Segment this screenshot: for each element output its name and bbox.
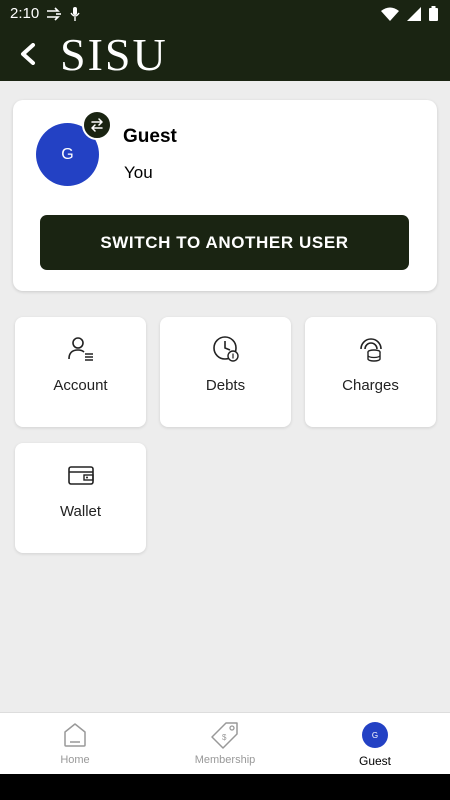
tile-debts[interactable]: Debts [160, 317, 291, 427]
nav-label: Guest [358, 754, 391, 768]
tile-label: Wallet [59, 503, 102, 520]
nav-item-membership[interactable]: $ Membership [150, 713, 300, 775]
wifi-icon [381, 7, 399, 21]
svg-text:$: $ [222, 733, 227, 742]
bottom-nav: Home $ Membership G Guest [0, 712, 450, 774]
charges-icon [359, 338, 382, 362]
tile-charges[interactable]: Charges [305, 317, 436, 427]
app-logo: SISU [60, 29, 168, 80]
debts-icon [212, 336, 239, 362]
nav-item-guest[interactable]: G Guest [300, 713, 450, 775]
nav-label: Membership [194, 754, 256, 766]
swap-arrows-icon [91, 118, 103, 132]
back-button[interactable] [12, 38, 44, 70]
swap-user-badge[interactable] [82, 110, 112, 140]
tile-label: Charges [342, 377, 399, 394]
nav-label: Home [60, 754, 90, 766]
membership-tag-icon: $ [211, 722, 238, 749]
tile-wallet[interactable]: Wallet [15, 443, 146, 553]
status-icons-right [381, 6, 438, 21]
user-role: You [124, 163, 153, 182]
battery-icon [429, 6, 438, 21]
status-icons-left [46, 7, 80, 21]
status-bar: 2:10 [0, 0, 450, 28]
app-bar: SISU [0, 28, 450, 81]
guest-avatar: G [362, 722, 388, 748]
account-icon [67, 337, 93, 361]
system-nav-bar [0, 774, 450, 800]
home-icon [64, 723, 86, 747]
wallet-icon [67, 466, 94, 485]
tile-label: Debts [205, 377, 246, 394]
user-name: Guest [123, 126, 177, 147]
send-icon [47, 7, 61, 21]
tile-account[interactable]: Account [15, 317, 146, 427]
switch-user-button[interactable]: SWITCH TO ANOTHER USER [40, 215, 409, 270]
signal-icon [407, 6, 421, 21]
status-time: 2:10 [10, 5, 40, 22]
nav-item-home[interactable]: Home [0, 713, 150, 775]
tile-label: Account [53, 377, 108, 394]
back-arrow-icon [21, 43, 35, 65]
profile-card: G Guest You SWITCH TO ANOTHER USER [13, 100, 437, 291]
mic-icon [70, 7, 80, 21]
